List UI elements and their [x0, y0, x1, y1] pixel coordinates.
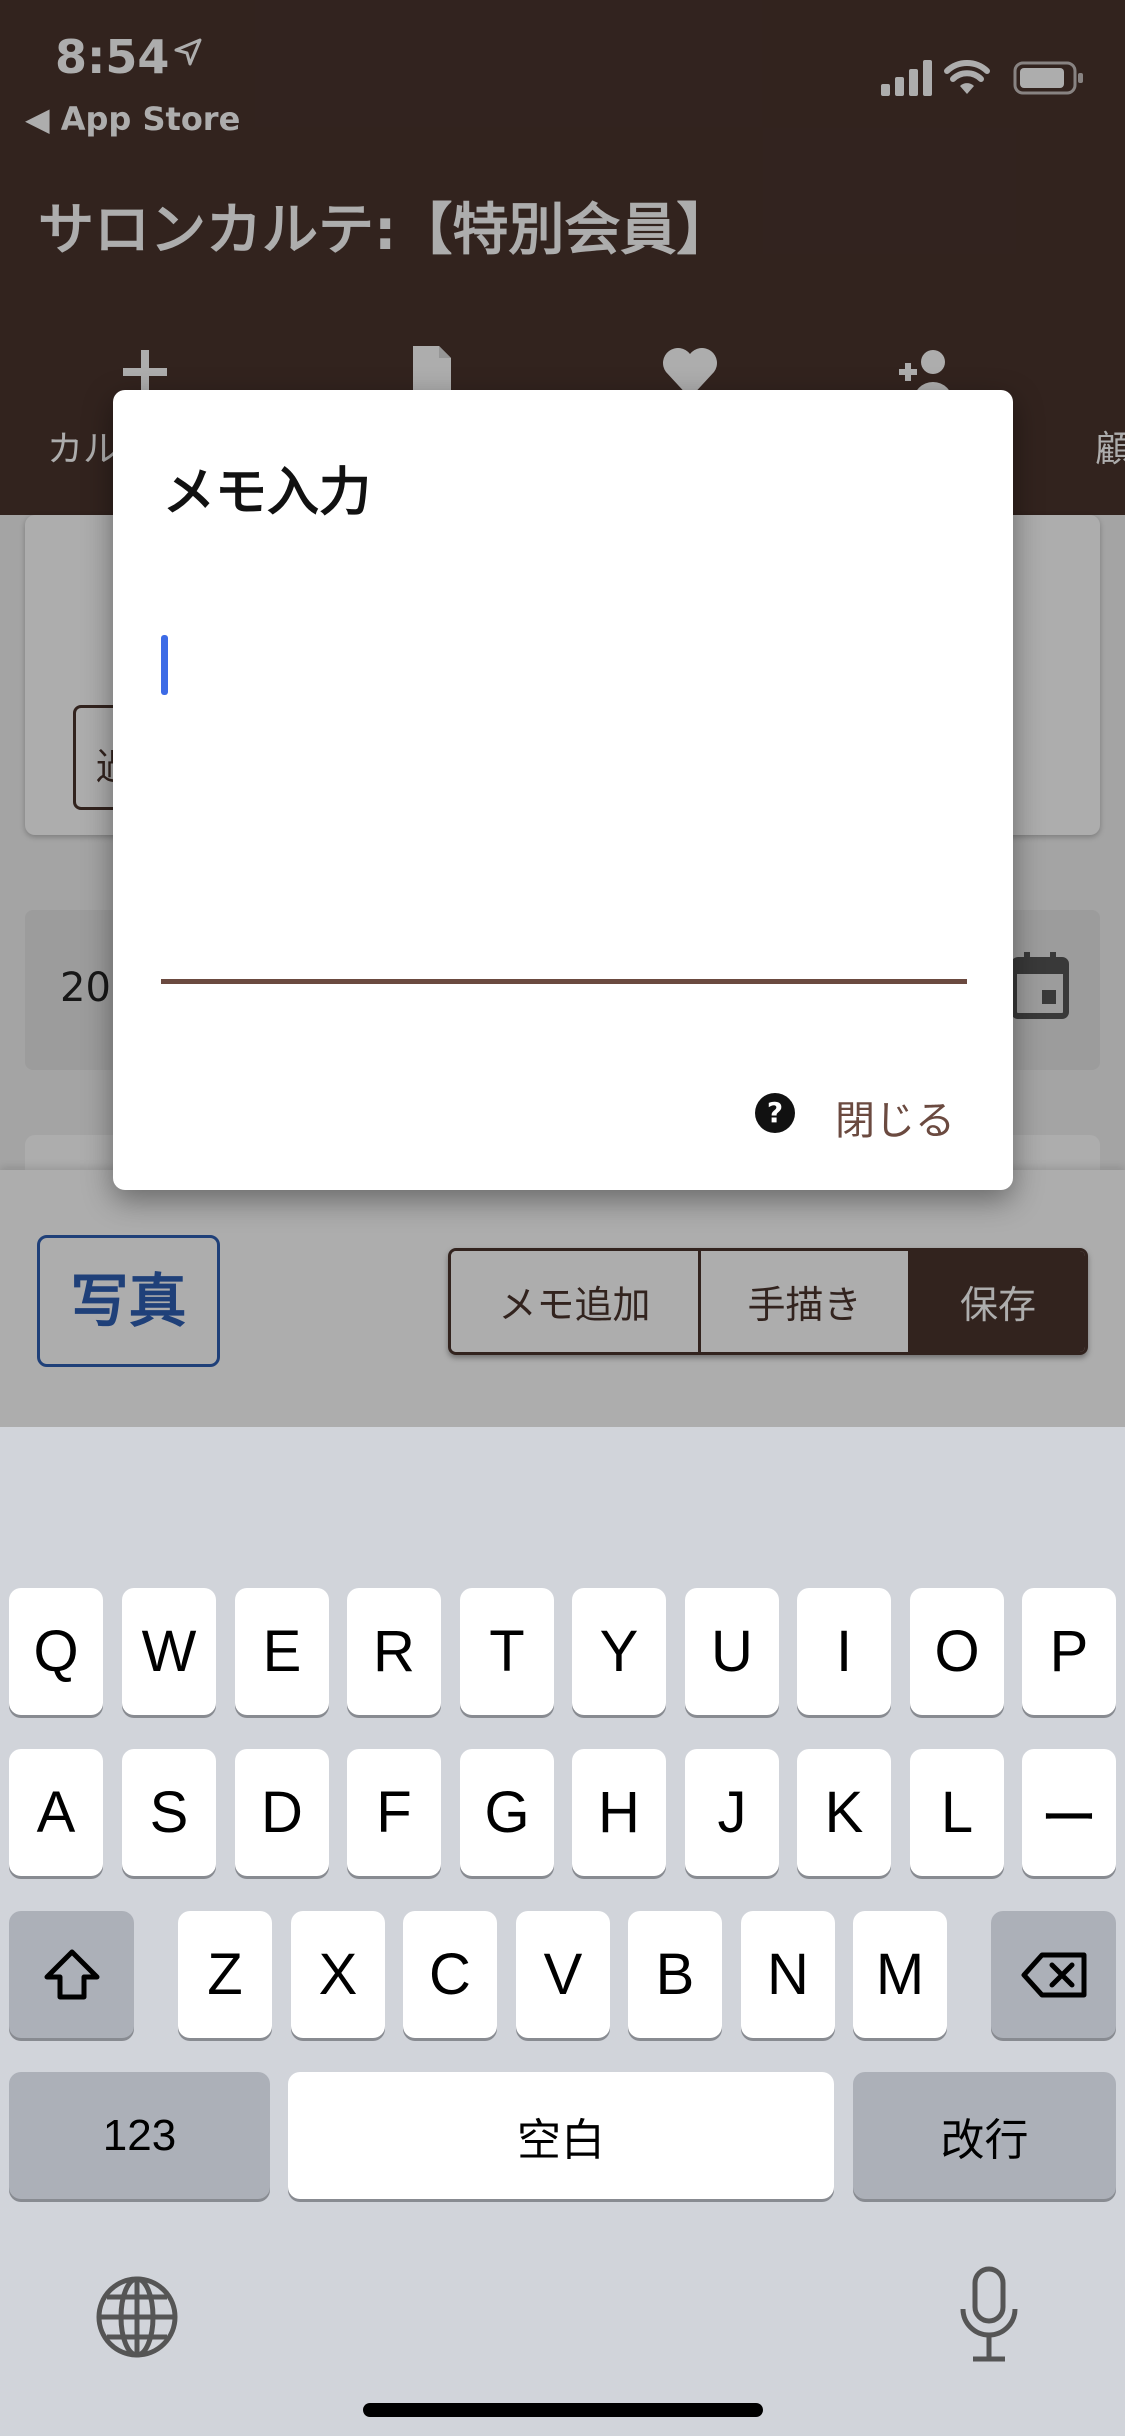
- close-button[interactable]: 閉じる: [825, 1080, 965, 1154]
- key-a[interactable]: A: [9, 1749, 103, 1876]
- dialog-title: メモ入力: [163, 463, 372, 523]
- backspace-icon: [1021, 1952, 1086, 1997]
- key-d[interactable]: D: [235, 1749, 329, 1876]
- key-r[interactable]: R: [347, 1588, 441, 1715]
- key-s[interactable]: S: [122, 1749, 216, 1876]
- key-m[interactable]: M: [853, 1911, 947, 2038]
- key-n[interactable]: N: [741, 1911, 835, 2038]
- key-l[interactable]: L: [910, 1749, 1004, 1876]
- key-u[interactable]: U: [685, 1588, 779, 1715]
- key-b[interactable]: B: [628, 1911, 722, 2038]
- software-keyboard: Q W E R T Y U I O P A S D F G H J K L ー …: [0, 1427, 1125, 2436]
- home-indicator: [363, 2403, 763, 2417]
- memo-input-dialog: メモ入力 ? 閉じる: [113, 390, 1013, 1190]
- key-o[interactable]: O: [910, 1588, 1004, 1715]
- key-t[interactable]: T: [460, 1588, 554, 1715]
- key-c[interactable]: C: [403, 1911, 497, 2038]
- key-e[interactable]: E: [235, 1588, 329, 1715]
- key-k[interactable]: K: [797, 1749, 891, 1876]
- key-i[interactable]: I: [797, 1588, 891, 1715]
- key-z[interactable]: Z: [178, 1911, 272, 2038]
- key-w[interactable]: W: [122, 1588, 216, 1715]
- space-key[interactable]: 空白: [288, 2072, 834, 2199]
- key-long-vowel[interactable]: ー: [1022, 1749, 1116, 1876]
- backspace-key[interactable]: [991, 1911, 1116, 2038]
- key-p[interactable]: P: [1022, 1588, 1116, 1715]
- key-v[interactable]: V: [516, 1911, 610, 2038]
- text-caret: [161, 635, 168, 695]
- microphone-icon[interactable]: [957, 2265, 1021, 2365]
- shift-icon: [44, 1949, 99, 1999]
- numbers-key[interactable]: 123: [9, 2072, 270, 2199]
- key-g[interactable]: G: [460, 1749, 554, 1876]
- globe-icon[interactable]: [95, 2275, 179, 2359]
- memo-textarea[interactable]: [161, 620, 967, 800]
- return-key[interactable]: 改行: [853, 2072, 1116, 2199]
- shift-key[interactable]: [9, 1911, 134, 2038]
- key-q[interactable]: Q: [9, 1588, 103, 1715]
- key-y[interactable]: Y: [572, 1588, 666, 1715]
- key-j[interactable]: J: [685, 1749, 779, 1876]
- key-f[interactable]: F: [347, 1749, 441, 1876]
- input-underline: [161, 979, 967, 984]
- key-x[interactable]: X: [291, 1911, 385, 2038]
- key-h[interactable]: H: [572, 1749, 666, 1876]
- help-icon[interactable]: ?: [755, 1093, 795, 1133]
